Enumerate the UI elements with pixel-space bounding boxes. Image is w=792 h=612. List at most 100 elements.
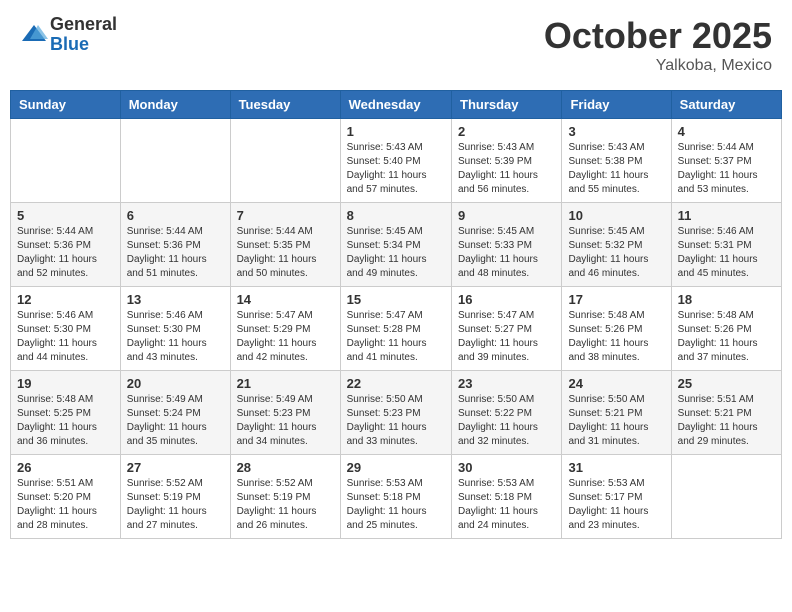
title-block: October 2025 Yalkoba, Mexico: [544, 15, 772, 75]
day-number: 18: [678, 292, 775, 307]
day-info: Sunrise: 5:44 AM Sunset: 5:35 PM Dayligh…: [237, 225, 334, 281]
day-number: 26: [17, 460, 114, 475]
table-row: 6Sunrise: 5:44 AM Sunset: 5:36 PM Daylig…: [120, 203, 230, 287]
table-row: [11, 119, 121, 203]
day-number: 7: [237, 208, 334, 223]
table-row: 16 Sunrise: 5:47 AM Sunset: 5:27 PM Dayli…: [452, 287, 562, 371]
table-row: 9 Sunrise: 5:45 AM Sunset: 5:33 PM Daylig…: [452, 203, 562, 287]
day-info: Sunrise: 5:43 AM Sunset: 5:38 PM Dayligh…: [568, 141, 664, 197]
table-row: [671, 455, 781, 539]
day-number: 15: [347, 292, 445, 307]
day-info: Sunrise: 5:48 AM Sunset: 5:25 PM Dayligh…: [17, 393, 114, 449]
table-row: 4Sunrise: 5:44 AM Sunset: 5:37 PM Daylig…: [671, 119, 781, 203]
table-row: 5 Sunrise: 5:44 AM Sunset: 5:36 PM Daylig…: [11, 203, 121, 287]
calendar-header-row: Sunday Monday Tuesday Wednesday Thursday…: [11, 91, 782, 119]
table-row: 27 Sunrise: 5:52 AM Sunset: 5:19 PM Dayli…: [120, 455, 230, 539]
day-info: Sunrise: 5:47 AM Sunset: 5:27 PM Dayligh…: [458, 309, 555, 365]
table-row: 3 Sunrise: 5:43 AM Sunset: 5:38 PM Daylig…: [562, 119, 671, 203]
page-header: General Blue October 2025 Yalkoba, Mexic…: [10, 10, 782, 80]
day-number: 16: [458, 292, 555, 307]
day-info: Sunrise: 5:44 AM Sunset: 5:36 PM Dayligh…: [17, 225, 114, 281]
table-row: 1Sunrise: 5:43 AM Sunset: 5:40 PM Daylig…: [340, 119, 451, 203]
day-info: Sunrise: 5:43 AM Sunset: 5:39 PM Dayligh…: [458, 141, 555, 197]
table-row: 31 Sunrise: 5:53 AM Sunset: 5:17 PM Dayli…: [562, 455, 671, 539]
day-info: Sunrise: 5:53 AM Sunset: 5:17 PM Dayligh…: [568, 477, 664, 533]
logo-text: General Blue: [50, 15, 117, 55]
day-number: 23: [458, 376, 555, 391]
table-row: 11Sunrise: 5:46 AM Sunset: 5:31 PM Dayli…: [671, 203, 781, 287]
logo-blue: Blue: [50, 35, 117, 55]
day-number: 20: [127, 376, 224, 391]
day-number: 12: [17, 292, 114, 307]
col-saturday: Saturday: [671, 91, 781, 119]
day-number: 8: [347, 208, 445, 223]
day-number: 5: [17, 208, 114, 223]
table-row: 21Sunrise: 5:49 AM Sunset: 5:23 PM Dayli…: [230, 371, 340, 455]
day-info: Sunrise: 5:50 AM Sunset: 5:22 PM Dayligh…: [458, 393, 555, 449]
logo-icon: [20, 21, 48, 49]
day-number: 4: [678, 124, 775, 139]
logo-general: General: [50, 15, 117, 35]
day-number: 10: [568, 208, 664, 223]
col-friday: Friday: [562, 91, 671, 119]
table-row: 24 Sunrise: 5:50 AM Sunset: 5:21 PM Dayli…: [562, 371, 671, 455]
table-row: 10 Sunrise: 5:45 AM Sunset: 5:32 PM Dayli…: [562, 203, 671, 287]
day-number: 28: [237, 460, 334, 475]
day-number: 13: [127, 292, 224, 307]
col-thursday: Thursday: [452, 91, 562, 119]
col-tuesday: Tuesday: [230, 91, 340, 119]
table-row: 14Sunrise: 5:47 AM Sunset: 5:29 PM Dayli…: [230, 287, 340, 371]
day-info: Sunrise: 5:51 AM Sunset: 5:21 PM Dayligh…: [678, 393, 775, 449]
day-number: 3: [568, 124, 664, 139]
day-info: Sunrise: 5:44 AM Sunset: 5:36 PM Dayligh…: [127, 225, 224, 281]
day-number: 27: [127, 460, 224, 475]
day-info: Sunrise: 5:50 AM Sunset: 5:23 PM Dayligh…: [347, 393, 445, 449]
table-row: [120, 119, 230, 203]
col-sunday: Sunday: [11, 91, 121, 119]
day-number: 31: [568, 460, 664, 475]
day-info: Sunrise: 5:45 AM Sunset: 5:32 PM Dayligh…: [568, 225, 664, 281]
col-wednesday: Wednesday: [340, 91, 451, 119]
day-number: 24: [568, 376, 664, 391]
day-info: Sunrise: 5:52 AM Sunset: 5:19 PM Dayligh…: [127, 477, 224, 533]
day-info: Sunrise: 5:51 AM Sunset: 5:20 PM Dayligh…: [17, 477, 114, 533]
day-info: Sunrise: 5:53 AM Sunset: 5:18 PM Dayligh…: [347, 477, 445, 533]
table-row: 7 Sunrise: 5:44 AM Sunset: 5:35 PM Daylig…: [230, 203, 340, 287]
table-row: [230, 119, 340, 203]
table-row: 22 Sunrise: 5:50 AM Sunset: 5:23 PM Dayli…: [340, 371, 451, 455]
day-info: Sunrise: 5:46 AM Sunset: 5:30 PM Dayligh…: [17, 309, 114, 365]
table-row: 8 Sunrise: 5:45 AM Sunset: 5:34 PM Daylig…: [340, 203, 451, 287]
table-row: 20Sunrise: 5:49 AM Sunset: 5:24 PM Dayli…: [120, 371, 230, 455]
day-info: Sunrise: 5:48 AM Sunset: 5:26 PM Dayligh…: [678, 309, 775, 365]
calendar-table: Sunday Monday Tuesday Wednesday Thursday…: [10, 90, 782, 539]
day-number: 19: [17, 376, 114, 391]
table-row: 17 Sunrise: 5:48 AM Sunset: 5:26 PM Dayli…: [562, 287, 671, 371]
day-number: 1: [347, 124, 445, 139]
day-number: 2: [458, 124, 555, 139]
table-row: 26 Sunrise: 5:51 AM Sunset: 5:20 PM Dayli…: [11, 455, 121, 539]
day-number: 17: [568, 292, 664, 307]
calendar-week-1: 1Sunrise: 5:43 AM Sunset: 5:40 PM Daylig…: [11, 119, 782, 203]
table-row: 25 Sunrise: 5:51 AM Sunset: 5:21 PM Dayli…: [671, 371, 781, 455]
calendar-week-5: 26 Sunrise: 5:51 AM Sunset: 5:20 PM Dayli…: [11, 455, 782, 539]
col-monday: Monday: [120, 91, 230, 119]
day-info: Sunrise: 5:48 AM Sunset: 5:26 PM Dayligh…: [568, 309, 664, 365]
day-info: Sunrise: 5:45 AM Sunset: 5:34 PM Dayligh…: [347, 225, 445, 281]
day-info: Sunrise: 5:52 AM Sunset: 5:19 PM Dayligh…: [237, 477, 334, 533]
calendar-week-4: 19 Sunrise: 5:48 AM Sunset: 5:25 PM Dayli…: [11, 371, 782, 455]
day-info: Sunrise: 5:47 AM Sunset: 5:29 PM Dayligh…: [237, 309, 334, 365]
day-info: Sunrise: 5:50 AM Sunset: 5:21 PM Dayligh…: [568, 393, 664, 449]
day-number: 11: [678, 208, 775, 223]
table-row: 28 Sunrise: 5:52 AM Sunset: 5:19 PM Dayli…: [230, 455, 340, 539]
day-number: 25: [678, 376, 775, 391]
table-row: 23 Sunrise: 5:50 AM Sunset: 5:22 PM Dayli…: [452, 371, 562, 455]
table-row: 29Sunrise: 5:53 AM Sunset: 5:18 PM Dayli…: [340, 455, 451, 539]
day-info: Sunrise: 5:45 AM Sunset: 5:33 PM Dayligh…: [458, 225, 555, 281]
day-number: 9: [458, 208, 555, 223]
day-info: Sunrise: 5:53 AM Sunset: 5:18 PM Dayligh…: [458, 477, 555, 533]
month-title: October 2025: [544, 15, 772, 57]
day-info: Sunrise: 5:46 AM Sunset: 5:30 PM Dayligh…: [127, 309, 224, 365]
table-row: 30Sunrise: 5:53 AM Sunset: 5:18 PM Dayli…: [452, 455, 562, 539]
day-number: 22: [347, 376, 445, 391]
table-row: 18 Sunrise: 5:48 AM Sunset: 5:26 PM Dayli…: [671, 287, 781, 371]
